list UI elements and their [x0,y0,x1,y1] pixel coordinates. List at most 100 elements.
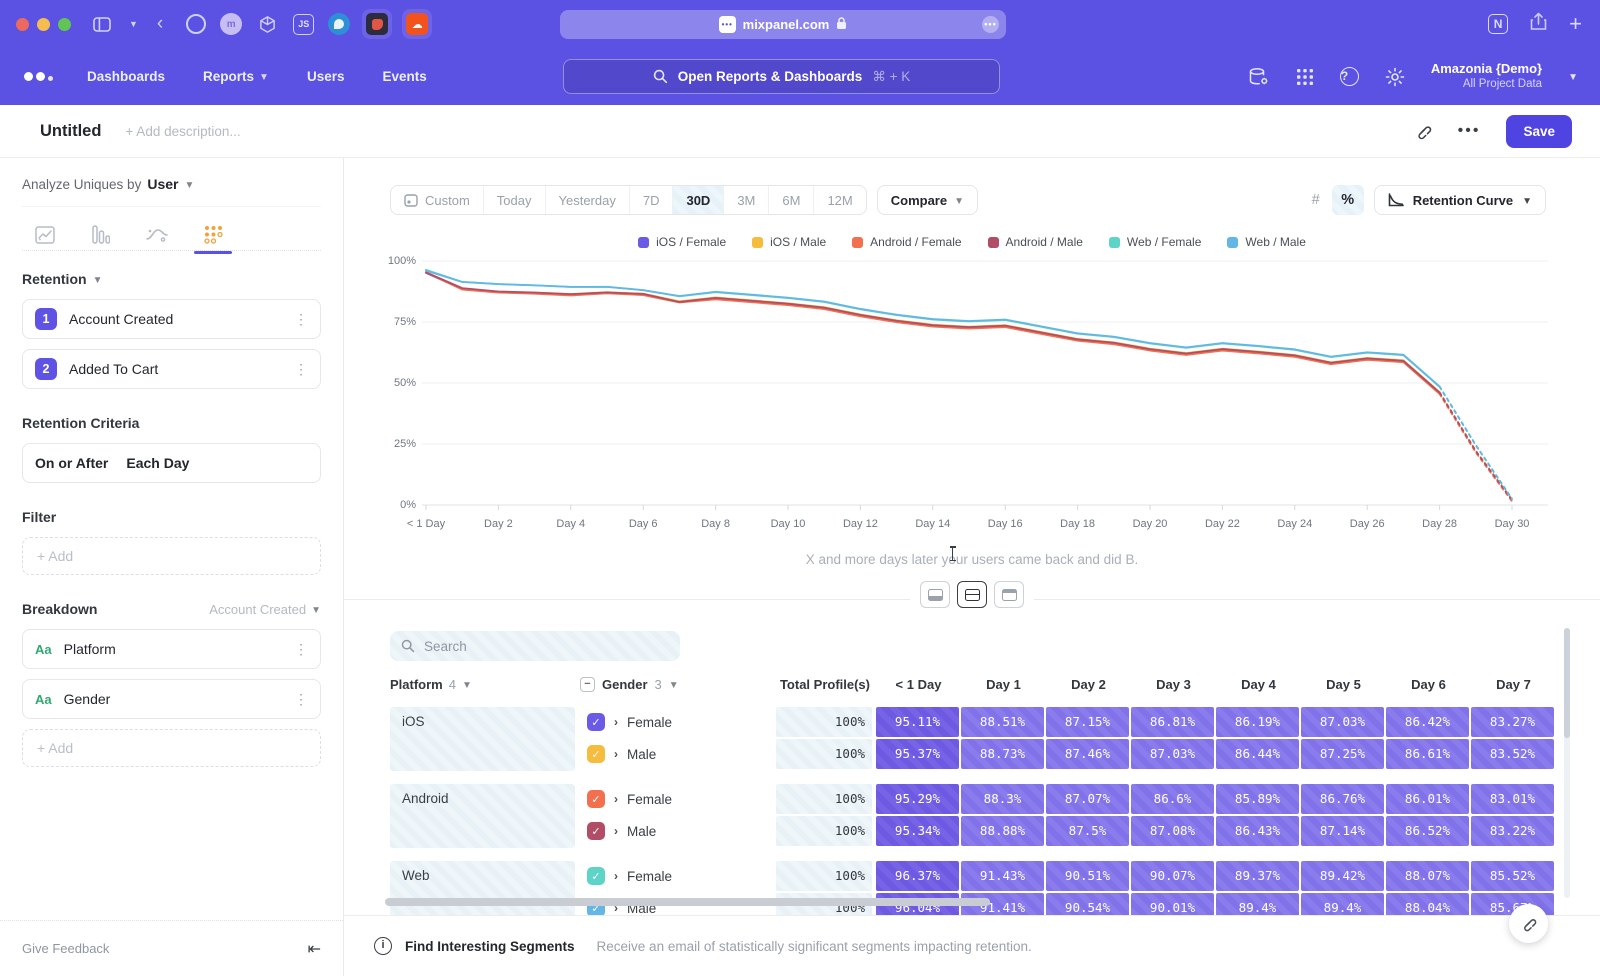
save-button[interactable]: Save [1506,115,1572,148]
day-column-header[interactable]: Day 6 [1386,677,1471,692]
retention-value-cell[interactable]: 86.01% [1386,784,1469,814]
platform-cell[interactable]: iOS [390,707,575,771]
expand-row-icon[interactable]: › [614,824,618,838]
tab-flows[interactable] [140,218,174,252]
legend-item[interactable]: Android / Female [852,235,961,249]
soundcloud-app-icon[interactable]: ☁ [402,9,432,39]
address-bar[interactable]: ••• mixpanel.com ••• [560,10,1006,39]
series-checkbox[interactable]: ✓ [587,713,605,731]
legend-item[interactable]: Web / Male [1227,235,1305,249]
series-checkbox[interactable]: ✓ [587,822,605,840]
share-icon[interactable] [1530,12,1547,36]
breakdown-card-gender[interactable]: AaGender⋮ [22,679,321,719]
gender-cell[interactable]: ✓›Female [580,713,776,731]
table-search-input[interactable]: Search [390,631,680,661]
footer-title[interactable]: Find Interesting Segments [405,939,575,954]
retention-value-cell[interactable]: 87.07% [1046,784,1129,814]
pinned-app-icon[interactable] [362,9,392,39]
platform-column-header[interactable]: Platform 4 ▼ [390,677,580,692]
zoom-window-button[interactable] [58,18,71,31]
tab-insights[interactable] [28,218,62,252]
absolute-values-button[interactable]: # [1300,185,1332,215]
range-button-3m[interactable]: 3M [724,186,769,214]
range-button-custom[interactable]: Custom [391,186,484,214]
range-button-6m[interactable]: 6M [769,186,814,214]
onepassword-extension-icon[interactable] [186,14,206,34]
retention-value-cell[interactable]: 89.37% [1216,861,1299,891]
close-window-button[interactable] [16,18,29,31]
range-button-12m[interactable]: 12M [814,186,865,214]
retention-value-cell[interactable]: 87.25% [1301,739,1384,769]
js-extension-icon[interactable]: JS [293,14,314,35]
expand-row-icon[interactable]: › [614,747,618,761]
tab-funnels[interactable] [84,218,118,252]
share-link-fab[interactable] [1509,904,1548,943]
copy-link-icon[interactable] [1414,122,1432,140]
criteria-mode[interactable]: On or After [35,455,108,471]
retention-value-cell[interactable]: 86.61% [1386,739,1469,769]
retention-section-heading[interactable]: Retention [22,271,87,287]
nav-item-dashboards[interactable]: Dashboards [87,69,165,84]
retention-value-cell[interactable]: 96.37% [876,861,959,891]
split-view-button[interactable] [957,581,987,608]
retention-criteria-card[interactable]: On or After Each Day [22,443,321,483]
analyze-by-value[interactable]: User [147,176,178,192]
retention-value-cell[interactable]: 95.37% [876,739,959,769]
retention-value-cell[interactable]: 90.07% [1131,861,1214,891]
step-options-icon[interactable]: ⋮ [294,311,308,328]
back-icon[interactable]: ‹ [157,13,163,35]
select-all-checkbox[interactable]: − [580,677,595,692]
retention-value-cell[interactable]: 88.3% [961,784,1044,814]
minimize-window-button[interactable] [37,18,50,31]
new-tab-icon[interactable]: + [1569,11,1582,37]
bird-extension-icon[interactable] [328,13,350,35]
gender-column-header[interactable]: − Gender 3 ▼ [580,677,776,692]
retention-value-cell[interactable]: 85.89% [1216,784,1299,814]
platform-cell[interactable]: Android [390,784,575,848]
retention-value-cell[interactable]: 95.29% [876,784,959,814]
project-switcher[interactable]: Amazonia {Demo} All Project Data [1431,61,1542,92]
nav-item-users[interactable]: Users [307,69,345,84]
more-options-icon[interactable]: ••• [1458,122,1481,140]
breakdown-options-icon[interactable]: ⋮ [294,641,308,658]
breakdown-options-icon[interactable]: ⋮ [294,691,308,708]
retention-value-cell[interactable]: 86.43% [1216,816,1299,846]
retention-value-cell[interactable]: 88.07% [1386,861,1469,891]
apps-grid-icon[interactable] [1296,68,1314,86]
range-button-30d[interactable]: 30D [673,186,724,214]
retention-value-cell[interactable]: 86.52% [1386,816,1469,846]
analyze-by-chevron-icon[interactable]: ▼ [184,180,194,191]
table-only-view-button[interactable] [994,581,1024,608]
retention-value-cell[interactable]: 86.6% [1131,784,1214,814]
collapse-sidebar-icon[interactable]: ⇤ [308,939,321,959]
day-column-header[interactable]: Day 4 [1216,677,1301,692]
report-title[interactable]: Untitled [40,122,101,141]
retention-value-cell[interactable]: 86.81% [1131,707,1214,737]
breakdown-card-platform[interactable]: AaPlatform⋮ [22,629,321,669]
notion-icon[interactable]: N [1488,14,1508,34]
cube-extension-icon[interactable] [258,15,277,34]
retention-value-cell[interactable]: 87.08% [1131,816,1214,846]
filter-add-button[interactable]: + Add [22,537,321,575]
retention-value-cell[interactable]: 90.51% [1046,861,1129,891]
retention-step-card[interactable]: 1Account Created⋮ [22,299,321,339]
horizontal-scrollbar[interactable] [385,898,990,906]
retention-value-cell[interactable]: 95.11% [876,707,959,737]
nav-item-events[interactable]: Events [382,69,426,84]
nav-item-reports[interactable]: Reports▼ [203,69,269,84]
retention-value-cell[interactable]: 83.22% [1471,816,1554,846]
retention-value-cell[interactable]: 88.51% [961,707,1044,737]
chart-only-view-button[interactable] [920,581,950,608]
settings-gear-icon[interactable] [1385,67,1405,87]
retention-value-cell[interactable]: 91.43% [961,861,1044,891]
range-button-7d[interactable]: 7D [630,186,674,214]
retention-value-cell[interactable]: 95.34% [876,816,959,846]
day-column-header[interactable]: Day 3 [1131,677,1216,692]
retention-value-cell[interactable]: 87.14% [1301,816,1384,846]
project-chevron-icon[interactable]: ▼ [1568,72,1578,83]
retention-value-cell[interactable]: 86.44% [1216,739,1299,769]
total-profiles-header[interactable]: Total Profile(s) [776,677,876,692]
retention-value-cell[interactable]: 87.03% [1131,739,1214,769]
vertical-scrollbar[interactable] [1564,628,1570,898]
retention-value-cell[interactable]: 86.76% [1301,784,1384,814]
